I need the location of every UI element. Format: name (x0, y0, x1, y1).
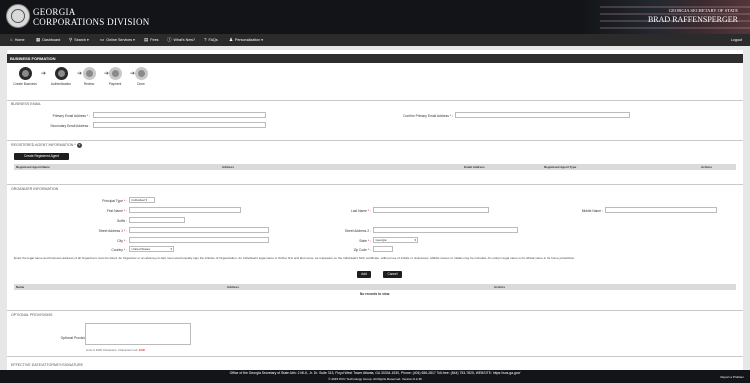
nav-faqs[interactable]: ? FAQs (204, 34, 218, 46)
home-icon: ⌂ (10, 37, 13, 42)
help-icon: ? (204, 37, 207, 42)
suffix-input[interactable] (129, 217, 185, 223)
nav-personalization[interactable]: ♟ Personalization ▾ (229, 34, 263, 46)
street2-label: Street Address 2 : (344, 229, 371, 233)
create-registered-agent-button[interactable]: Create Registered Agent (14, 153, 69, 160)
optional-hint: Limit of 4000 Characters. Characters Lef… (86, 348, 145, 352)
footer-copyright: © 2015 PCC Technology Group. All Rights … (328, 377, 422, 381)
site-footer: Office of the Georgia Secretary of State… (0, 370, 750, 383)
step-review: Review (75, 67, 103, 86)
footer-address: Office of the Georgia Secretary of State… (229, 371, 521, 375)
last-name-input[interactable] (373, 207, 489, 213)
first-name-input[interactable] (129, 207, 241, 213)
nav-online-services[interactable]: ▭ Online Services ▾ (100, 34, 135, 46)
city-input[interactable] (129, 237, 269, 243)
confirm-email-input[interactable] (455, 112, 630, 118)
section-business-email: BUSINESS EMAIL (11, 102, 41, 106)
organizer-table-header: Name Address Actions (14, 284, 736, 290)
step-arrow-icon: ➔ (41, 71, 47, 77)
divider (7, 184, 743, 185)
review-icon (85, 70, 93, 77)
section-organizer: ORGANIZER INFORMATION (11, 187, 59, 191)
page-title: BUSINESS FORMATION (10, 56, 56, 61)
state-seal-logo[interactable] (6, 4, 30, 28)
primary-email-label: Primary Email Address * : (52, 114, 90, 118)
fees-icon: ▤ (144, 37, 149, 42)
state-select[interactable]: Georgia ▾ (373, 237, 418, 243)
payment-icon (111, 70, 119, 77)
user-icon: ♟ (229, 37, 234, 42)
step-payment: Payment (101, 67, 129, 86)
help-icon[interactable]: ? (76, 143, 82, 148)
section-optional: OPTIONAL PROVISIONS (11, 313, 53, 317)
divider (7, 140, 743, 141)
state-label: State * : (359, 239, 371, 243)
report-problem-link[interactable]: Report a Problem (720, 375, 744, 379)
organizer-note: Enter the legal name and business addres… (14, 256, 576, 260)
main-nav: ⌂ Home ▦ Dashboard ⚲ Search ▾ ▭ Online Servi… (0, 34, 750, 46)
add-button[interactable]: Add (357, 271, 371, 278)
brand-line1: GEORGIA (33, 7, 76, 17)
monitor-icon: ▭ (100, 37, 105, 42)
secondary-email-input[interactable] (93, 122, 266, 128)
check-icon (137, 70, 145, 77)
organizer-empty-text: No records to view. (359, 292, 391, 296)
zip-input[interactable] (373, 246, 393, 252)
last-name-label: Last Name * : (351, 209, 371, 213)
street2-input[interactable] (373, 227, 518, 233)
nav-home[interactable]: ⌂ Home (10, 34, 25, 46)
street1-label: Street Address 1 * : (98, 229, 127, 233)
step-authentication: Authentication (47, 67, 75, 86)
nav-dashboard[interactable]: ▦ Dashboard (36, 34, 60, 46)
zip-label: Zip Code * : (353, 248, 371, 252)
search-icon: ⚲ (69, 37, 73, 42)
site-header: GEORGIA CORPORATIONS DIVISION GEORGIA SE… (0, 0, 750, 34)
nav-logout[interactable]: Logout (731, 34, 742, 46)
middle-name-label: Middle Name : (581, 209, 603, 213)
nav-search[interactable]: ⚲ Search ▾ (69, 34, 89, 46)
dashboard-icon: ▦ (36, 37, 41, 42)
main-content: BUSINESS FORMATION Create Business ➔ Aut… (7, 50, 743, 370)
nav-whats-new[interactable]: ⓘ What's New? (167, 34, 195, 46)
step-create-business: Create Business (11, 67, 39, 86)
optional-provisions-textarea[interactable] (85, 323, 191, 345)
secondary-email-label: Secondary Email Address : (50, 124, 90, 128)
suffix-label: Suffix : (116, 219, 127, 223)
divider (7, 356, 743, 357)
confirm-email-label: Confirm Primary Email Address * : (403, 114, 453, 118)
registered-agent-table-header: Registered Agent Name Address Email Addr… (14, 164, 736, 170)
country-label: Country * : (111, 248, 127, 252)
page-title-bar: BUSINESS FORMATION (7, 54, 743, 63)
first-name-label: First Name * : (106, 209, 127, 213)
divider (7, 100, 743, 101)
building-icon (21, 70, 29, 77)
cancel-button[interactable]: Cancel (383, 271, 402, 278)
street1-input[interactable] (129, 227, 269, 233)
sos-title: GEORGIA SECRETARY OF STATE (668, 8, 738, 13)
primary-email-input[interactable] (93, 112, 266, 118)
principal-type-select[interactable]: Individual ▾ (129, 197, 155, 203)
brand-line2: CORPORATIONS DIVISION (33, 17, 150, 27)
middle-name-input[interactable] (605, 207, 717, 213)
step-done: Done (127, 67, 155, 86)
info-icon: ⓘ (167, 37, 172, 42)
section-effective-date: EFFECTIVE DATE/ATTORNEY/SIGNATURE (11, 363, 84, 367)
sos-name: BRAD RAFFENSPERGER (647, 15, 738, 24)
nav-fees[interactable]: ▤ Fees (144, 34, 158, 46)
divider (7, 310, 743, 311)
country-select[interactable]: United States ▾ (129, 246, 174, 252)
section-registered-agent: REGISTERED AGENT INFORMATION * ? (11, 143, 82, 148)
city-label: City * : (117, 239, 127, 243)
key-icon (57, 70, 65, 77)
principal-type-label: Principal Type * : (102, 199, 127, 203)
